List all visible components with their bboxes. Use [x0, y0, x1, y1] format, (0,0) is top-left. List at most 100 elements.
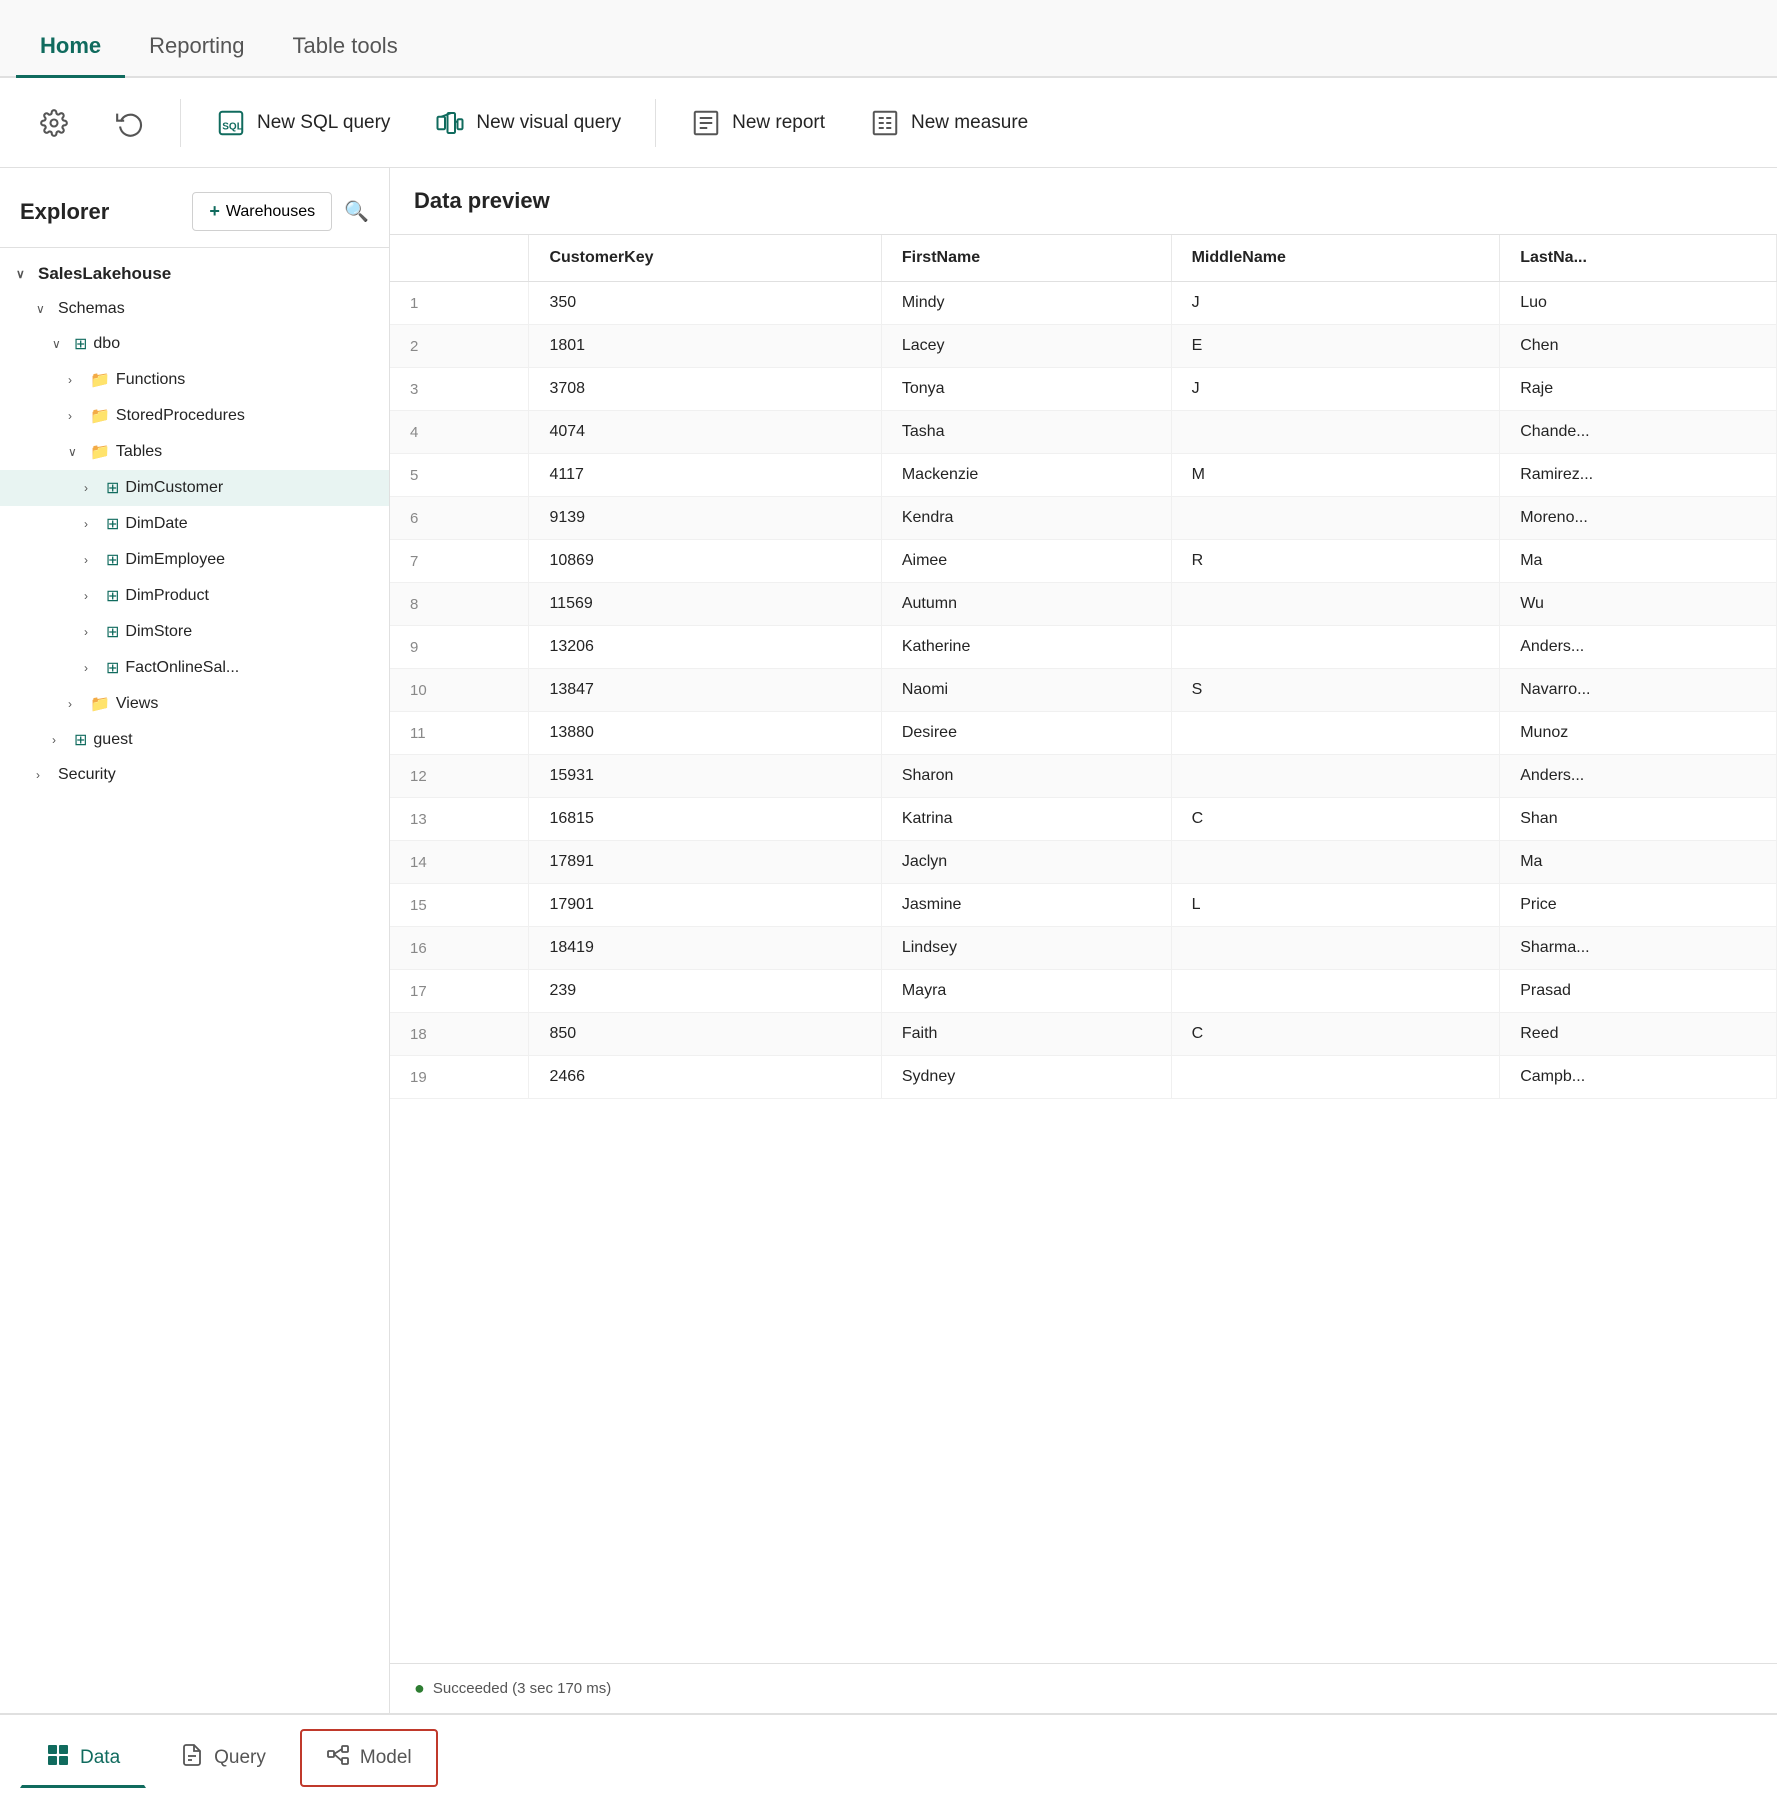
cell-customerkey: 17891: [529, 841, 881, 884]
cell-lastname: Chen: [1500, 325, 1777, 368]
bottom-tab-model[interactable]: Model: [300, 1729, 438, 1787]
tree-item-guest[interactable]: › ⊞ guest: [0, 722, 389, 758]
table-row: 7 10869 Aimee R Ma: [390, 540, 1777, 583]
cell-rownum: 1: [390, 282, 529, 325]
cell-lastname: Prasad: [1500, 970, 1777, 1013]
new-visual-query-button[interactable]: New visual query: [416, 97, 639, 149]
tree-item-dimemployee[interactable]: › ⊞ DimEmployee: [0, 542, 389, 578]
gear-button[interactable]: [20, 97, 88, 149]
cell-customerkey: 3708: [529, 368, 881, 411]
data-table-container[interactable]: CustomerKey FirstName MiddleName LastNa.…: [390, 235, 1777, 1663]
tree-label-functions: Functions: [116, 371, 185, 389]
tab-tabletools[interactable]: Table tools: [269, 17, 422, 78]
cell-firstname: Aimee: [881, 540, 1171, 583]
table-row: 1 350 Mindy J Luo: [390, 282, 1777, 325]
toolbar-separator-1: [180, 99, 181, 147]
new-report-button[interactable]: New report: [672, 97, 843, 149]
tree-item-dimcustomer[interactable]: › ⊞ DimCustomer: [0, 470, 389, 506]
tree-item-dimdate[interactable]: › ⊞ DimDate: [0, 506, 389, 542]
sql-icon: SQL: [215, 107, 247, 139]
cell-lastname: Campb...: [1500, 1056, 1777, 1099]
cell-customerkey: 13880: [529, 712, 881, 755]
cell-lastname: Price: [1500, 884, 1777, 927]
cell-customerkey: 16815: [529, 798, 881, 841]
col-header-customerkey: CustomerKey: [529, 235, 881, 282]
cell-rownum: 10: [390, 669, 529, 712]
tree-item-dbo[interactable]: ∨ ⊞ dbo: [0, 326, 389, 362]
schema-icon-dbo: ⊞: [74, 334, 87, 354]
new-measure-button[interactable]: New measure: [851, 97, 1046, 149]
tree-item-tables[interactable]: ∨ 📁 Tables: [0, 434, 389, 470]
cell-rownum: 8: [390, 583, 529, 626]
cell-middlename: [1171, 497, 1500, 540]
table-row: 3 3708 Tonya J Raje: [390, 368, 1777, 411]
chevron-dimstore: ›: [84, 625, 100, 639]
tree-label-dimemployee: DimEmployee: [125, 551, 225, 569]
bottom-tab-model-label: Model: [360, 1747, 412, 1769]
explorer-title: Explorer: [20, 199, 109, 225]
new-sql-query-button[interactable]: SQL New SQL query: [197, 97, 408, 149]
cell-customerkey: 850: [529, 1013, 881, 1056]
cell-rownum: 7: [390, 540, 529, 583]
cell-lastname: Anders...: [1500, 755, 1777, 798]
tree-item-saleslakehouse[interactable]: ∨ SalesLakehouse: [0, 256, 389, 292]
cell-customerkey: 13206: [529, 626, 881, 669]
chevron-security: ›: [36, 768, 52, 782]
cell-customerkey: 17901: [529, 884, 881, 927]
tree-item-security[interactable]: › Security: [0, 758, 389, 792]
folder-icon-tables: 📁: [90, 442, 110, 462]
table-icon-dimemployee: ⊞: [106, 550, 119, 570]
table-row: 15 17901 Jasmine L Price: [390, 884, 1777, 927]
refresh-icon: [114, 107, 146, 139]
cell-rownum: 14: [390, 841, 529, 884]
cell-middlename: M: [1171, 454, 1500, 497]
tree-item-dimstore[interactable]: › ⊞ DimStore: [0, 614, 389, 650]
bottom-tab-data[interactable]: Data: [20, 1729, 146, 1788]
tab-reporting[interactable]: Reporting: [125, 17, 268, 78]
cell-firstname: Tonya: [881, 368, 1171, 411]
tree-label-tables: Tables: [116, 443, 162, 461]
cell-lastname: Reed: [1500, 1013, 1777, 1056]
table-row: 17 239 Mayra Prasad: [390, 970, 1777, 1013]
tree-item-views[interactable]: › 📁 Views: [0, 686, 389, 722]
tree-item-storedprocedures[interactable]: › 📁 StoredProcedures: [0, 398, 389, 434]
cell-middlename: [1171, 755, 1500, 798]
table-row: 13 16815 Katrina C Shan: [390, 798, 1777, 841]
folder-icon-storedprocedures: 📁: [90, 406, 110, 426]
cell-middlename: [1171, 411, 1500, 454]
table-row: 19 2466 Sydney Campb...: [390, 1056, 1777, 1099]
tab-bar: Home Reporting Table tools: [0, 0, 1777, 78]
search-icon[interactable]: 🔍: [344, 199, 369, 224]
bottom-tab-query[interactable]: Query: [154, 1729, 292, 1787]
tree-item-factonlinesal[interactable]: › ⊞ FactOnlineSal...: [0, 650, 389, 686]
cell-middlename: [1171, 927, 1500, 970]
add-warehouses-button[interactable]: + Warehouses: [192, 192, 332, 231]
tree-label-dbo: dbo: [93, 335, 120, 353]
tree-item-dimproduct[interactable]: › ⊞ DimProduct: [0, 578, 389, 614]
chevron-dimcustomer: ›: [84, 481, 100, 495]
cell-rownum: 5: [390, 454, 529, 497]
tree-item-schemas[interactable]: ∨ Schemas: [0, 292, 389, 326]
tree-item-functions[interactable]: › 📁 Functions: [0, 362, 389, 398]
cell-lastname: Wu: [1500, 583, 1777, 626]
tab-home[interactable]: Home: [16, 17, 125, 78]
cell-rownum: 15: [390, 884, 529, 927]
table-icon-dimdate: ⊞: [106, 514, 119, 534]
schema-icon-guest: ⊞: [74, 730, 87, 750]
cell-lastname: Sharma...: [1500, 927, 1777, 970]
tree-label-dimstore: DimStore: [125, 623, 192, 641]
cell-lastname: Luo: [1500, 282, 1777, 325]
chevron-factonlinesal: ›: [84, 661, 100, 675]
cell-lastname: Chande...: [1500, 411, 1777, 454]
cell-middlename: C: [1171, 1013, 1500, 1056]
cell-rownum: 18: [390, 1013, 529, 1056]
chevron-dbo: ∨: [52, 337, 68, 351]
refresh-button[interactable]: [96, 97, 164, 149]
tree-label-storedprocedures: StoredProcedures: [116, 407, 245, 425]
table-icon-dimproduct: ⊞: [106, 586, 119, 606]
cell-customerkey: 18419: [529, 927, 881, 970]
bottom-tab-data-label: Data: [80, 1747, 120, 1769]
data-table: CustomerKey FirstName MiddleName LastNa.…: [390, 235, 1777, 1099]
table-row: 10 13847 Naomi S Navarro...: [390, 669, 1777, 712]
cell-customerkey: 15931: [529, 755, 881, 798]
